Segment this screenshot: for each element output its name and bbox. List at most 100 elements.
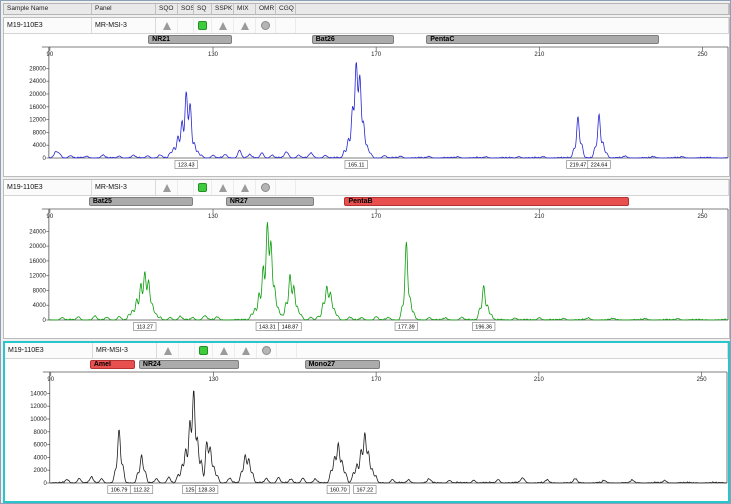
quality-flags [156,180,296,195]
y-axis-label: 16000 [29,105,46,111]
peak-size-label[interactable]: 167.22 [354,486,376,494]
peak-size-label[interactable]: 177.39 [395,323,418,331]
svg-text:148.87: 148.87 [282,324,299,330]
flag-slot [156,18,178,33]
column-header-sos[interactable]: SOS [178,4,194,14]
triangle-flag-icon [164,347,172,355]
svg-text:123.43: 123.43 [178,162,195,168]
circle-flag-icon [261,183,270,192]
peak-size-label[interactable]: 196.36 [472,323,495,331]
flag-slot [276,180,296,195]
peak-size-label[interactable]: 113.27 [134,323,157,331]
svg-text:143.31: 143.31 [259,324,276,330]
column-header-sspk[interactable]: SSPK [212,4,234,14]
panel-name: MR-MSI-3 [92,180,156,195]
sample-name[interactable]: M19-110E3 [4,18,92,33]
svg-text:177.39: 177.39 [398,324,415,330]
triangle-flag-icon [163,184,171,192]
sample-trace-panel-1[interactable]: M19-110E3 MR-MSI-3 NR21Bat26PentaC 90130… [3,17,730,177]
sample-trace-panel-2[interactable]: M19-110E3 MR-MSI-3 Bat25NR27PentaB 90130… [3,179,730,339]
ruler-label: 170 [371,377,382,383]
ruler-label: 250 [697,377,708,383]
peak-size-label[interactable]: 112.32 [130,486,152,494]
column-header-sq[interactable]: SQ [194,4,212,14]
panel-name: MR-MSI-3 [92,18,156,33]
peak-size-label[interactable]: 165.11 [345,161,368,169]
peak-size-label[interactable]: 224.64 [588,161,611,169]
y-axis-label: 4000 [33,303,47,309]
svg-text:160.70: 160.70 [330,487,347,493]
triangle-flag-icon [220,347,228,355]
flag-slot [276,18,296,33]
marker-bar-nr24: NR24 [139,360,239,369]
peak-size-label[interactable]: 106.79 [108,486,130,494]
y-axis-label: 12000 [29,274,46,280]
y-axis-label: 24000 [29,79,46,85]
marker-bar-nr21: NR21 [148,35,232,44]
sample-name[interactable]: M19-110E3 [5,343,93,358]
y-axis-label: 20000 [29,244,46,250]
y-axis-label: 2000 [34,468,48,474]
column-header-cgq[interactable]: CGQ [276,4,296,14]
electropherogram-plot-black[interactable]: 9013017021025014000120001000080006000400… [5,371,728,501]
sample-row[interactable]: M19-110E3 MR-MSI-3 [5,343,728,359]
column-header-sample-name[interactable]: Sample Name [4,4,92,14]
peak-size-label[interactable]: 128.33 [195,486,217,494]
flag-slot [195,343,213,358]
peak-size-label[interactable]: 160.70 [327,486,349,494]
trace [50,391,726,483]
flag-slot [156,180,178,195]
flag-slot [234,18,256,33]
ruler-label: 210 [534,377,545,383]
triangle-flag-icon [219,184,227,192]
triangle-flag-icon [219,22,227,30]
header-filler [296,4,729,14]
column-header-panel[interactable]: Panel [92,4,156,14]
peak-size-label[interactable]: 123.43 [175,161,198,169]
trace [49,222,727,320]
flag-slot [212,180,234,195]
marker-row: NR21 Bat26 PentaC [4,34,729,46]
column-header-mix[interactable]: MIX [234,4,256,14]
marker-bar-bat26: Bat26 [312,35,394,44]
ruler-label: 250 [697,52,708,58]
y-axis-label: 4000 [34,455,48,461]
y-axis-label: 24000 [29,229,46,235]
column-header-sqo[interactable]: SQO [156,4,178,14]
ruler-label: 170 [371,52,382,58]
quality-flags [156,18,296,33]
svg-text:112.32: 112.32 [133,487,149,493]
y-axis-label: 14000 [30,391,47,397]
svg-text:128.33: 128.33 [198,487,215,493]
svg-text:106.79: 106.79 [111,487,128,493]
flag-slot [179,343,195,358]
sq-pass-icon [199,346,208,355]
flag-slot [212,18,234,33]
y-axis-label: 16000 [29,259,46,265]
peak-size-label[interactable]: 219.47 [567,161,590,169]
svg-text:113.27: 113.27 [137,324,153,330]
marker-row: AmelNR24Mono27 [5,359,728,371]
y-axis-label: 28000 [29,66,46,72]
sample-trace-panel-3[interactable]: M19-110E3 MR-MSI-3 AmelNR24Mono27 901301… [3,341,730,503]
flag-slot [257,343,277,358]
electropherogram-plot-green[interactable]: 9013017021025024000200001600012000800040… [4,208,729,338]
peak-size-label[interactable]: 148.87 [279,323,302,331]
peak-size-label[interactable]: 143.31 [256,323,279,331]
quality-flags [157,343,297,358]
marker-bar-mono27: Mono27 [305,360,381,369]
y-axis-label: 12000 [30,404,47,410]
flag-slot [277,343,297,358]
sample-name[interactable]: M19-110E3 [4,180,92,195]
circle-flag-icon [262,346,271,355]
electropherogram-plot-blue[interactable]: 9013017021025028000240002000016000120008… [4,46,729,176]
sample-row-filler [297,343,728,358]
flag-slot [194,18,212,33]
column-header-omr[interactable]: OMR [256,4,276,14]
sample-row[interactable]: M19-110E3 MR-MSI-3 [4,18,729,34]
sample-row-filler [296,18,729,33]
triangle-flag-icon [242,347,250,355]
sample-row[interactable]: M19-110E3 MR-MSI-3 [4,180,729,196]
y-axis-label: 10000 [30,417,47,423]
marker-bar-pentac: PentaC [426,35,659,44]
